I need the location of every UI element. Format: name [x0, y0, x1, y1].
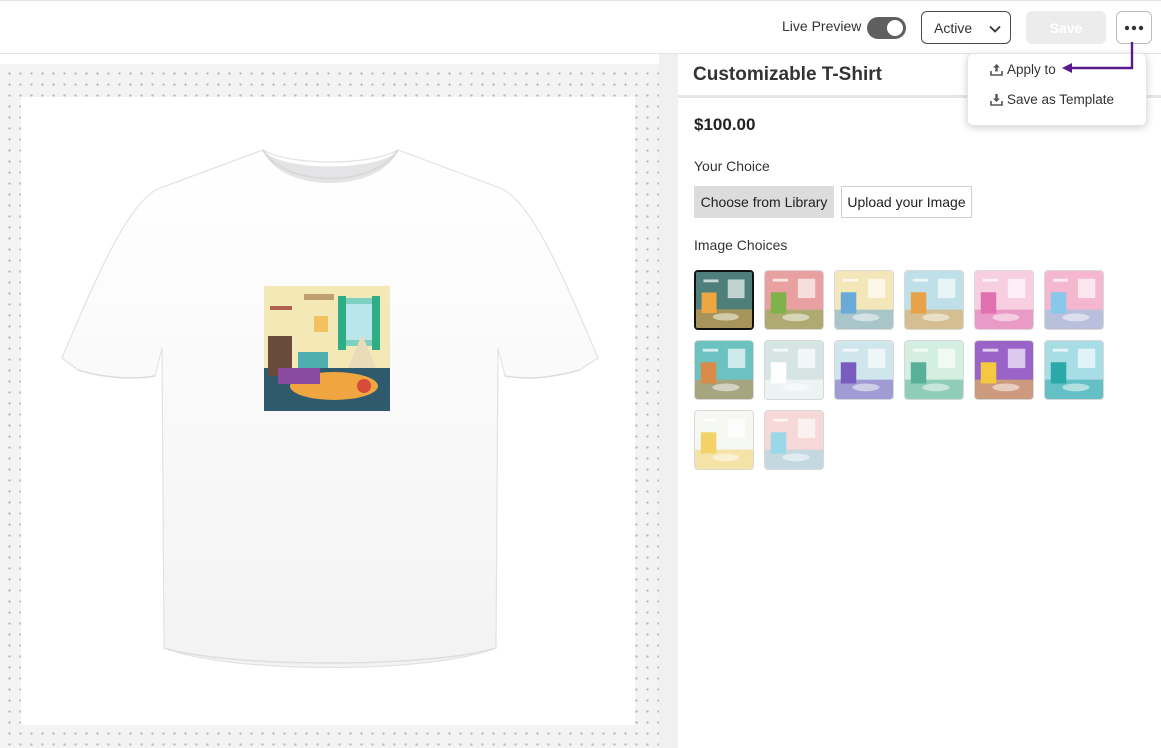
image-choice-blue-room-shelves[interactable] [904, 270, 964, 330]
printed-design-image [264, 286, 390, 411]
status-value: Active [934, 20, 973, 36]
menu-item-save-as-template[interactable]: Save as Template [990, 92, 1114, 107]
thumbnail-image [905, 271, 963, 329]
thumbnail-image [695, 411, 753, 469]
image-choice-window-toy-room[interactable] [834, 270, 894, 330]
thumbnail-image [696, 272, 752, 328]
thumbnail-image [765, 341, 823, 399]
thumbnail-image [1045, 271, 1103, 329]
live-preview-toggle[interactable] [867, 17, 906, 39]
upload-image-button[interactable]: Upload your Image [841, 186, 972, 218]
image-choice-pink-room-desk[interactable] [764, 270, 824, 330]
upload-icon [990, 64, 1003, 76]
menu-item-label: Save as Template [1007, 92, 1115, 107]
thumbnail-image [695, 341, 753, 399]
thumbnail-image [765, 271, 823, 329]
choose-from-library-button[interactable]: Choose from Library [694, 186, 834, 218]
callout-arrow-icon [1062, 42, 1134, 73]
image-choice-pastel-nursery[interactable] [694, 410, 754, 470]
thumbnail-image [835, 341, 893, 399]
image-choice-bunting-room[interactable] [834, 340, 894, 400]
status-select[interactable]: Active [921, 11, 1011, 44]
menu-item-apply-to[interactable]: Apply to [990, 62, 1056, 77]
toggle-knob [887, 20, 903, 36]
canvas-divider [659, 54, 678, 748]
product-title: Customizable T-Shirt [693, 64, 882, 85]
your-choice-label: Your Choice [694, 158, 770, 174]
image-choices-label: Image Choices [694, 237, 788, 253]
image-choice-green-playroom[interactable] [904, 340, 964, 400]
download-icon [990, 94, 1003, 106]
live-preview-label: Live Preview [782, 18, 862, 34]
image-choice-pink-nursery[interactable] [974, 270, 1034, 330]
thumbnail-image [765, 411, 823, 469]
thumbnail-image [835, 271, 893, 329]
image-choice-kids-room-teepee[interactable] [694, 270, 754, 330]
image-choice-blush-nursery[interactable] [764, 410, 824, 470]
image-choice-teal-study-room[interactable] [694, 340, 754, 400]
menu-item-label: Apply to [1007, 62, 1056, 77]
thumbnail-image [1045, 341, 1103, 399]
product-price: $100.00 [694, 115, 756, 134]
thumbnail-image [905, 341, 963, 399]
image-choice-purple-bedroom[interactable] [974, 340, 1034, 400]
thumbnail-image [975, 271, 1033, 329]
image-choice-pink-window-room[interactable] [1044, 270, 1104, 330]
thumbnail-image [975, 341, 1033, 399]
chevron-down-icon [989, 25, 1001, 33]
ellipsis-icon [1124, 25, 1144, 30]
image-choice-teal-toy-room[interactable] [1044, 340, 1104, 400]
image-choice-grey-nursery[interactable] [764, 340, 824, 400]
